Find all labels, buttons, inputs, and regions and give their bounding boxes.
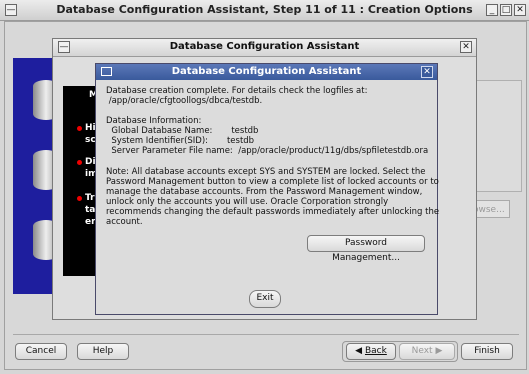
message-line: recommends changing the default password…: [106, 207, 440, 217]
bullet-icon: [77, 160, 82, 165]
background-option-panel: [470, 80, 522, 192]
bullet-icon: [77, 196, 82, 201]
next-button[interactable]: Next ▶: [399, 343, 455, 360]
middle-dialog-title: Database Configuration Assistant: [169, 41, 360, 52]
message-line: account.: [106, 217, 143, 227]
message-line: unlock only the accounts you will use. O…: [106, 197, 389, 207]
middle-dialog-titlebar[interactable]: — Database Configuration Assistant ✕: [53, 39, 476, 57]
creation-complete-dialog: Database Configuration Assistant ✕ Datab…: [95, 63, 440, 315]
close-icon[interactable]: ✕: [460, 41, 472, 53]
message-line: System Identifier(SID): testdb: [106, 136, 255, 146]
finish-button[interactable]: Finish: [461, 343, 513, 360]
minimize-icon[interactable]: _: [486, 4, 498, 16]
footer-separator: [13, 334, 519, 335]
message-line: Global Database Name: testdb: [106, 126, 259, 136]
close-icon[interactable]: ✕: [514, 4, 526, 16]
exit-button[interactable]: Exit: [249, 290, 281, 308]
dialog-titlebar[interactable]: Database Configuration Assistant ✕: [96, 64, 437, 80]
message-line: manage the database accounts. From the P…: [106, 187, 423, 197]
message-line: Database Information:: [106, 116, 202, 126]
next-label: Next: [411, 346, 433, 356]
back-button[interactable]: ◀ Back: [346, 343, 396, 360]
background-text-fragment: ta: [85, 205, 96, 215]
message-line: Password Management button to view a com…: [106, 177, 439, 187]
background-text-fragment: Tr: [85, 193, 95, 203]
background-text-fragment: Di: [85, 157, 96, 167]
maximize-icon[interactable]: □: [500, 4, 512, 16]
message-line: Note: All database accounts except SYS a…: [106, 167, 426, 177]
back-label: Back: [364, 346, 387, 356]
dialog-title: Database Configuration Assistant: [171, 66, 362, 77]
cancel-button[interactable]: Cancel: [15, 343, 67, 360]
main-titlebar[interactable]: — Database Configuration Assistant, Step…: [0, 0, 529, 21]
password-management-button[interactable]: Password Management...: [307, 235, 425, 263]
close-icon[interactable]: ✕: [421, 66, 433, 78]
help-button[interactable]: Help: [77, 343, 129, 360]
message-line: Server Parameter File name: /app/oracle/…: [106, 146, 429, 156]
back-arrow-icon: ◀: [355, 346, 365, 356]
bullet-icon: [77, 126, 82, 131]
message-line: /app/oracle/cfgtoollogs/dbca/testdb.: [106, 96, 263, 106]
next-arrow-icon: ▶: [432, 346, 443, 356]
window-title: Database Configuration Assistant, Step 1…: [56, 3, 473, 16]
message-line: Database creation complete. For details …: [106, 86, 368, 96]
